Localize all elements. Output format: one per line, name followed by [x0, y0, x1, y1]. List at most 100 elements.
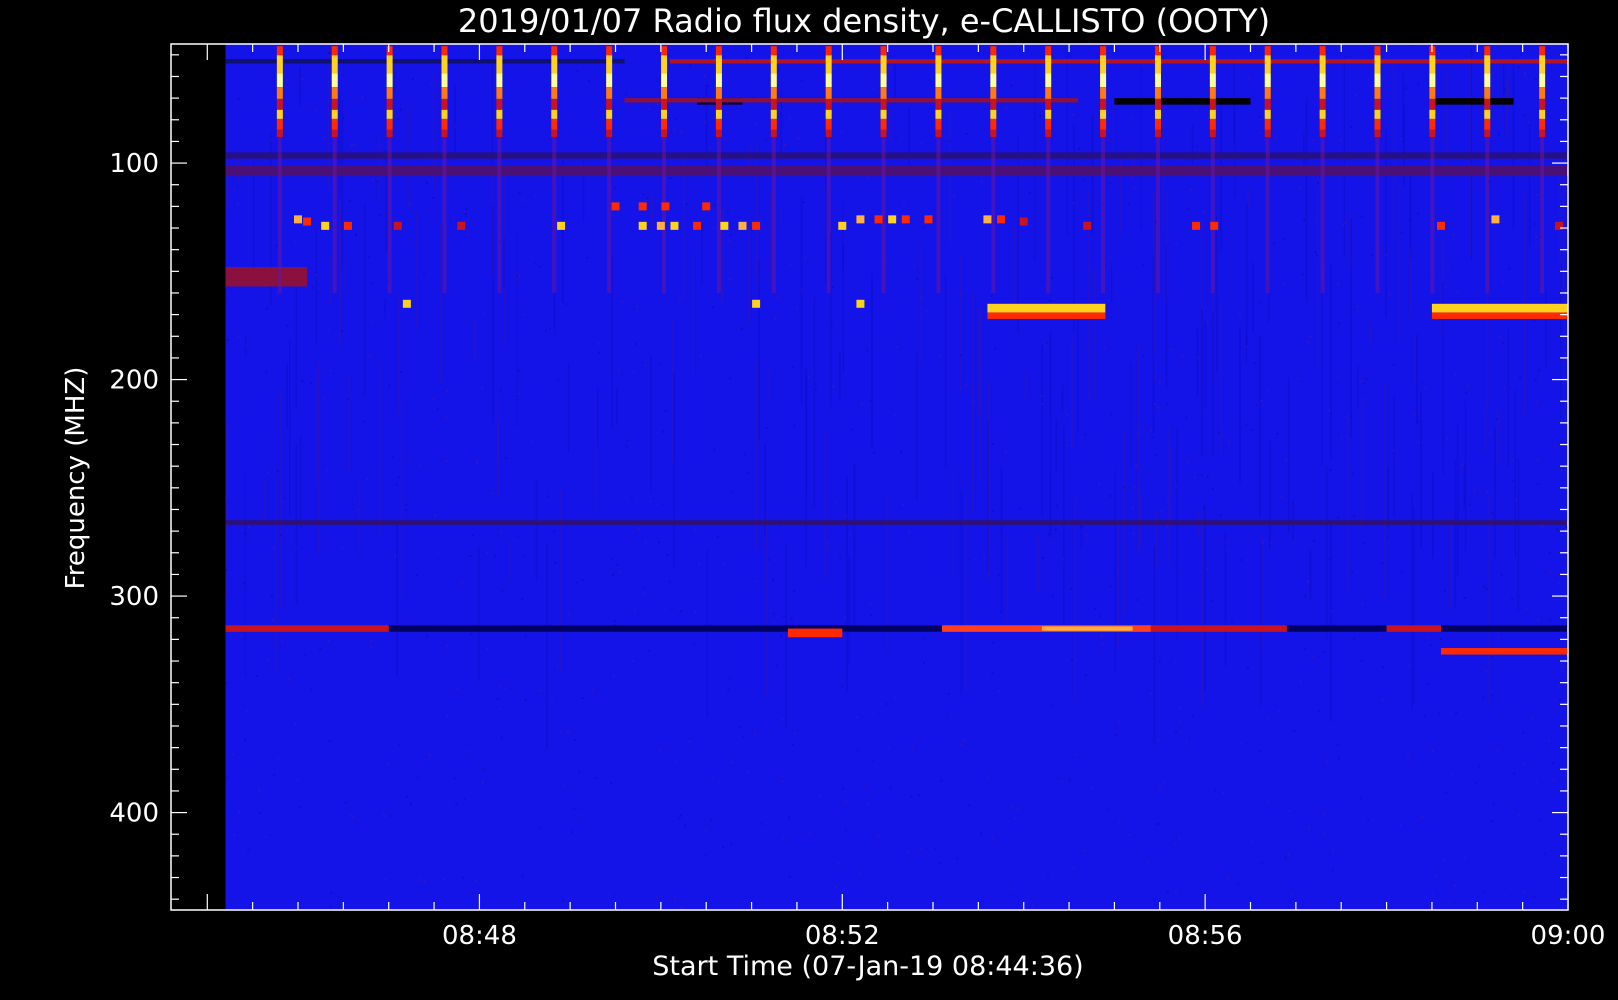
noise-speck — [1543, 852, 1546, 855]
noise-speck — [1359, 380, 1362, 383]
noise-speck — [625, 93, 628, 96]
burst-segment — [1100, 118, 1107, 130]
burst-segment — [661, 87, 668, 99]
noise-speck — [474, 880, 477, 883]
burst-dot — [720, 221, 729, 230]
noise-speck — [1009, 887, 1012, 890]
noise-speck — [406, 796, 409, 798]
noise-speck — [1155, 823, 1158, 826]
noise-speck — [991, 672, 994, 675]
burst-segment — [331, 73, 338, 88]
noise-speck — [699, 355, 702, 358]
noise-speck — [1353, 514, 1356, 517]
noise-speck — [1465, 391, 1468, 394]
noise-speck — [1381, 562, 1384, 565]
noise-speck — [1028, 191, 1031, 194]
noise-speck — [793, 424, 796, 427]
noise-speck — [1496, 749, 1499, 752]
noise-speck — [793, 589, 796, 592]
spectral-band — [1441, 625, 1568, 632]
burst-segment — [496, 118, 503, 130]
noise-streak — [1488, 495, 1490, 708]
noise-speck — [1178, 706, 1181, 709]
noise-speck — [1446, 437, 1449, 440]
noise-speck — [643, 592, 646, 595]
burst-segment — [551, 129, 558, 138]
burst-segment — [1539, 118, 1546, 130]
noise-streak — [972, 293, 974, 513]
noise-speck — [1464, 856, 1467, 859]
noise-streak — [516, 232, 519, 427]
noise-speck — [1317, 182, 1320, 185]
noise-streak — [1033, 61, 1036, 261]
noise-streak — [263, 480, 265, 524]
noise-speck — [626, 439, 629, 442]
noise-speck — [369, 638, 372, 641]
noise-speck — [607, 894, 610, 897]
noise-speck — [704, 853, 707, 856]
noise-speck — [1004, 451, 1007, 454]
noise-speck — [361, 95, 364, 98]
burst-segment — [715, 73, 722, 88]
burst-segment — [1539, 73, 1546, 88]
noise-speck — [304, 653, 307, 656]
burst-segment — [1264, 55, 1271, 74]
burst-segment — [1045, 129, 1052, 138]
noise-speck — [634, 343, 637, 346]
noise-streak — [1196, 328, 1199, 396]
noise-streak — [1055, 418, 1058, 472]
noise-streak — [979, 307, 981, 479]
noise-speck — [353, 46, 356, 49]
burst-segment — [770, 129, 777, 138]
noise-speck — [1136, 598, 1139, 601]
burst-segment — [770, 73, 777, 88]
noise-speck — [314, 108, 317, 111]
burst-segment — [1264, 73, 1271, 88]
burst-segment — [1264, 98, 1271, 110]
noise-speck — [1417, 420, 1420, 423]
noise-speck — [1381, 665, 1384, 668]
burst-segment — [1374, 129, 1381, 138]
noise-speck — [1370, 254, 1373, 257]
noise-speck — [416, 574, 419, 577]
burst-segment — [551, 73, 558, 88]
noise-speck — [835, 502, 838, 505]
noise-speck — [1154, 403, 1157, 406]
noise-speck — [990, 294, 993, 297]
noise-speck — [1311, 655, 1314, 658]
noise-streak — [318, 361, 320, 556]
noise-speck — [633, 608, 636, 611]
noise-speck — [1045, 343, 1048, 346]
noise-speck — [1267, 800, 1270, 803]
noise-speck — [1284, 856, 1287, 859]
noise-speck — [496, 697, 499, 700]
noise-speck — [287, 678, 290, 681]
noise-speck — [1154, 454, 1157, 457]
noise-speck — [1538, 369, 1541, 372]
noise-speck — [830, 321, 833, 324]
noise-speck — [259, 812, 262, 815]
noise-speck — [426, 182, 429, 185]
noise-speck — [396, 118, 399, 121]
noise-speck — [1527, 121, 1530, 124]
noise-speck — [372, 178, 375, 181]
burst-dot — [997, 215, 1006, 224]
noise-speck — [1307, 341, 1310, 344]
noise-speck — [1337, 516, 1340, 519]
spectral-band — [987, 303, 1106, 313]
spectral-band — [225, 266, 308, 287]
noise-speck — [632, 659, 635, 662]
noise-streak — [1303, 132, 1305, 167]
noise-speck — [1270, 542, 1273, 545]
noise-speck — [598, 342, 601, 345]
noise-streak — [1074, 497, 1076, 701]
burst-segment — [990, 118, 997, 130]
burst-segment — [1264, 87, 1271, 99]
burst-segment — [1319, 129, 1326, 138]
noise-streak — [616, 387, 618, 425]
noise-speck — [1131, 506, 1134, 509]
noise-speck — [1475, 781, 1478, 784]
noise-speck — [1186, 461, 1189, 464]
noise-speck — [342, 117, 345, 120]
noise-speck — [1178, 721, 1181, 724]
